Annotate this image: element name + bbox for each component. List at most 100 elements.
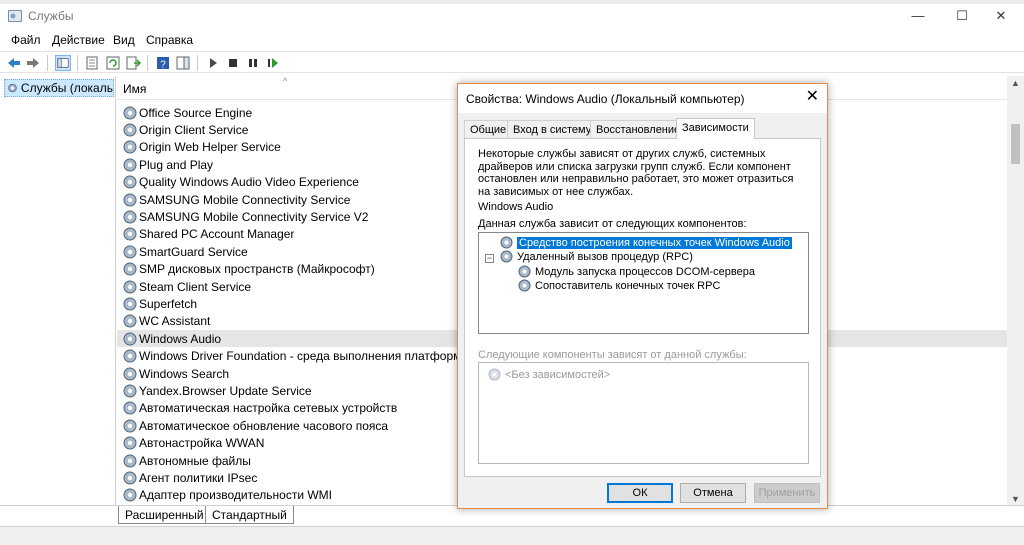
- service-gear-icon: [123, 106, 137, 120]
- dependency-label: Модуль запуска процессов DCOM-сервера: [535, 265, 755, 278]
- restart-service-icon[interactable]: [265, 55, 281, 71]
- service-gear-icon: [518, 279, 531, 292]
- tab-standard[interactable]: Стандартный: [205, 506, 294, 524]
- menu-view[interactable]: Вид: [113, 33, 135, 47]
- forward-arrow-icon[interactable]: [25, 55, 41, 71]
- service-gear-icon: [123, 140, 137, 154]
- scroll-up-icon[interactable]: ▲: [1007, 78, 1024, 88]
- minimize-icon: —: [911, 8, 925, 23]
- services-app-icon: [8, 10, 22, 22]
- service-gear-icon: [123, 471, 137, 485]
- tab-logon[interactable]: Вход в систему: [507, 120, 598, 138]
- service-gear-icon: [123, 419, 137, 433]
- service-name-cell: Автонастройка WWAN: [139, 436, 265, 451]
- scroll-thumb[interactable]: [1011, 124, 1020, 164]
- collapse-icon[interactable]: −: [485, 254, 494, 263]
- menu-action[interactable]: Действие: [52, 33, 105, 47]
- service-name-cell: Superfetch: [139, 296, 198, 311]
- title-bar: Службы — ☐ ✕: [0, 4, 1024, 28]
- service-name-cell: Origin Web Helper Service: [139, 140, 281, 155]
- service-name: Windows Audio: [478, 201, 554, 213]
- service-name-cell: Windows Search: [139, 366, 230, 381]
- refresh-icon[interactable]: [105, 55, 121, 71]
- service-gear-icon: [518, 265, 531, 278]
- ok-button[interactable]: ОК: [607, 483, 673, 503]
- service-name-cell: Windows Audio: [139, 331, 222, 346]
- tab-general[interactable]: Общие: [464, 120, 513, 138]
- status-bar: [0, 526, 1024, 545]
- cancel-button[interactable]: Отмена: [680, 483, 746, 503]
- dependencies-description: Некоторые службы зависят от других служб…: [478, 148, 794, 198]
- menu-help[interactable]: Справка: [146, 33, 193, 47]
- service-name-cell: Quality Windows Audio Video Experience: [139, 175, 359, 190]
- service-gear-icon: [123, 175, 137, 189]
- menu-file[interactable]: Файл: [11, 33, 41, 47]
- dependency-label-selected: Средство построения конечных точек Windo…: [517, 236, 792, 249]
- no-dependents-label: <Без зависимостей>: [505, 368, 611, 381]
- service-name-cell: Автоматическое обновление часового пояса: [139, 418, 389, 433]
- maximize-icon: ☐: [956, 8, 968, 23]
- service-name-cell: Office Source Engine: [139, 105, 253, 120]
- tab-extended[interactable]: Расширенный: [118, 506, 211, 524]
- service-name-cell: Автономные файлы: [139, 453, 251, 468]
- dependency-node[interactable]: Средство построения конечных точек Windo…: [499, 235, 792, 250]
- stop-service-icon[interactable]: [225, 55, 241, 71]
- console-tree-icon[interactable]: [55, 55, 71, 71]
- dependency-label: Сопоставитель конечных точек RPC: [535, 279, 721, 292]
- list-vertical-scrollbar[interactable]: ▲ ▼: [1007, 76, 1024, 507]
- dependency-child-node[interactable]: Модуль запуска процессов DCOM-сервера: [517, 264, 755, 279]
- service-gear-icon: [123, 488, 137, 502]
- dependents-label: Следующие компоненты зависят от данной с…: [478, 349, 747, 361]
- dialog-close-icon[interactable]: ✕: [806, 89, 819, 105]
- service-gear-icon: [123, 436, 137, 450]
- depends-on-label: Данная служба зависит от следующих компо…: [478, 218, 747, 230]
- depends-on-tree[interactable]: Средство построения конечных точек Windo…: [478, 232, 809, 334]
- scroll-down-icon[interactable]: ▼: [1007, 494, 1024, 504]
- service-gear-icon: [123, 314, 137, 328]
- dependencies-panel: Некоторые службы зависят от других служб…: [464, 138, 821, 477]
- menu-bar: Файл Действие Вид Справка: [0, 30, 1024, 50]
- service-name-cell: SAMSUNG Mobile Connectivity Service: [139, 192, 351, 207]
- tab-dependencies[interactable]: Зависимости: [676, 118, 755, 139]
- column-header-name[interactable]: Имя: [123, 82, 146, 96]
- tab-recovery[interactable]: Восстановление: [590, 120, 687, 138]
- start-service-icon[interactable]: [205, 55, 221, 71]
- apply-button[interactable]: Применить: [754, 483, 820, 503]
- help-icon[interactable]: ?: [155, 55, 171, 71]
- service-name-cell: Plug and Play: [139, 157, 214, 172]
- tree-item-label: Службы (локальные): [20, 81, 113, 95]
- close-icon: ✕: [995, 8, 1007, 23]
- service-gear-icon: [123, 123, 137, 137]
- pause-service-icon[interactable]: [245, 55, 261, 71]
- minimize-button[interactable]: —: [895, 4, 941, 28]
- svg-text:?: ?: [160, 60, 166, 71]
- toolbar-separator: [197, 55, 198, 71]
- toolbar-separator: [47, 55, 48, 71]
- show-hide-pane-icon[interactable]: [175, 55, 191, 71]
- service-name-cell: Steam Client Service: [139, 279, 252, 294]
- tree-item-services-local[interactable]: Службы (локальные): [4, 79, 114, 97]
- sort-ascending-icon: ^: [283, 76, 288, 86]
- services-gear-icon: [8, 83, 17, 93]
- dialog-title-bar: Свойства: Windows Audio (Локальный компь…: [458, 84, 827, 113]
- export-list-icon[interactable]: [125, 55, 141, 71]
- dependency-label: Удаленный вызов процедур (RPC): [517, 250, 693, 263]
- properties-icon[interactable]: [84, 55, 100, 71]
- service-name-cell: SAMSUNG Mobile Connectivity Service V2: [139, 210, 369, 225]
- dialog-title: Свойства: Windows Audio (Локальный компь…: [466, 92, 745, 106]
- service-gear-icon: [123, 332, 137, 346]
- service-gear-icon: [500, 250, 513, 263]
- service-name-cell: SmartGuard Service: [139, 244, 248, 259]
- back-arrow-icon[interactable]: [6, 55, 22, 71]
- dependency-child-node[interactable]: Сопоставитель конечных точек RPC: [517, 278, 720, 293]
- service-gear-icon: [123, 227, 137, 241]
- service-gear-icon: [123, 454, 137, 467]
- no-dependents-node: <Без зависимостей>: [487, 367, 610, 382]
- dependents-tree[interactable]: <Без зависимостей>: [478, 362, 809, 464]
- service-gear-icon: [488, 368, 501, 381]
- service-gear-icon: [500, 236, 513, 249]
- dependency-node[interactable]: Удаленный вызов процедур (RPC): [499, 249, 693, 264]
- service-name-cell: Windows Driver Foundation - среда выполн…: [139, 349, 484, 364]
- service-gear-icon: [123, 384, 137, 398]
- close-button[interactable]: ✕: [978, 4, 1024, 28]
